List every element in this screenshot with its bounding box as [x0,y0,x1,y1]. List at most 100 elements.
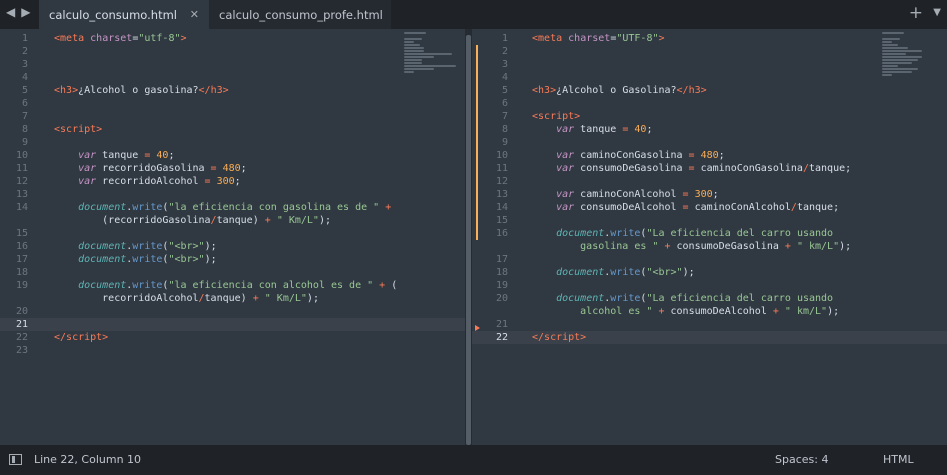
code-line[interactable]: recorridoAlcohol/tanque) + " Km/L"); [0,292,465,305]
code-line[interactable]: 19 [472,279,947,292]
code-line[interactable]: 11 var recorridoGasolina = 480; [0,162,465,175]
code-text[interactable]: document.write("<br>"); [532,266,695,279]
code-line[interactable]: alcohol es " + consumoDeAlcohol + " km/L… [472,305,947,318]
code-line[interactable]: 9 [0,136,465,149]
code-line[interactable]: 12 [472,175,947,188]
code-line[interactable]: 22 </script> [472,331,947,344]
tab-nav-arrows-icon[interactable]: ◀▶ [6,5,36,19]
code-text[interactable]: document.write("<br>"); [54,253,217,266]
code-line[interactable]: 10 var tanque = 40; [0,149,465,162]
code-line[interactable]: 4 [472,71,947,84]
code-line[interactable]: 15 [0,227,465,240]
code-line[interactable]: 12 var recorridoAlcohol = 300; [0,175,465,188]
code-line[interactable]: 15 [472,214,947,227]
code-line[interactable]: 20 document.write("La eficiencia del car… [472,292,947,305]
code-line[interactable]: 1 <meta charset="UTF-8"> [472,32,947,45]
cursor-position[interactable]: Line 22, Column 10 [34,453,141,466]
code-line[interactable]: 18 [0,266,465,279]
new-tab-plus-icon[interactable]: + [909,3,923,23]
code-line[interactable]: 23 [0,344,465,357]
code-text[interactable]: <h3>¿Alcohol o Gasolina?</h3> [532,84,707,97]
line-number: 3 [501,59,508,70]
code-line[interactable]: 18 document.write("<br>"); [472,266,947,279]
code-area[interactable]: 1 <meta charset="utf-8"> 2 3 4 5 <h3>¿Alcohol … [0,32,465,357]
tab-calculo-consumo[interactable]: calculo_consumo.html ✕ [39,0,209,29]
code-line[interactable]: 2 [472,45,947,58]
code-line[interactable]: 9 [472,136,947,149]
code-line[interactable]: 3 [0,58,465,71]
line-number: 16 [495,228,508,239]
code-text[interactable]: recorridoAlcohol/tanque) + " Km/L"); [54,292,319,305]
line-number: 1 [21,33,28,44]
code-line[interactable]: 17 [472,253,947,266]
code-line[interactable]: 5 <h3>¿Alcohol o Gasolina?</h3> [472,84,947,97]
code-line[interactable]: 21 [472,318,947,331]
code-line[interactable]: gasolina es " + consumoDeGasolina + " km… [472,240,947,253]
indentation-setting[interactable]: Spaces: 4 [775,453,828,466]
syntax-selector[interactable]: HTML [883,453,914,466]
code-text[interactable]: var tanque = 40; [54,149,174,162]
code-line[interactable]: 6 [472,97,947,110]
code-text[interactable]: (recorridoGasolina/tanque) + " Km/L"); [54,214,331,227]
minimap[interactable] [404,32,462,92]
code-line[interactable]: 5 <h3>¿Alcohol o gasolina?</h3> [0,84,465,97]
code-text[interactable]: <script> [532,110,580,123]
code-line[interactable]: 19 document.write("la eficiencia con alc… [0,279,465,292]
code-text[interactable]: </script> [54,331,108,344]
code-text[interactable]: var caminoConAlcohol = 300; [532,188,719,201]
code-line[interactable]: 20 [0,305,465,318]
code-text[interactable]: <meta charset="utf-8"> [54,32,187,45]
line-number: 8 [501,124,508,135]
code-text[interactable]: document.write("La eficiencia del carro … [532,227,833,240]
panel-toggle-icon[interactable] [9,454,22,465]
code-line[interactable]: 3 [472,58,947,71]
editor-pane-left[interactable]: 1 <meta charset="utf-8"> 2 3 4 5 <h3>¿Alcohol … [0,29,465,445]
minimap[interactable] [882,32,940,92]
code-line[interactable]: 7 <script> [472,110,947,123]
code-text[interactable]: var consumoDeGasolina = caminoConGasolin… [532,162,851,175]
code-text[interactable]: var consumoDeAlcohol = caminoConAlcohol/… [532,201,839,214]
code-line[interactable]: 10 var caminoConGasolina = 480; [472,149,947,162]
code-line[interactable]: 2 [0,45,465,58]
code-line[interactable]: 1 <meta charset="utf-8"> [0,32,465,45]
code-text[interactable]: var caminoConGasolina = 480; [532,149,725,162]
code-text[interactable]: document.write("<br>"); [54,240,217,253]
tab-label: calculo_consumo_profe.html [219,7,383,22]
code-line[interactable]: 21 [0,318,465,331]
code-line[interactable]: 8 var tanque = 40; [472,123,947,136]
code-line[interactable]: 6 [0,97,465,110]
code-line[interactable]: 4 [0,71,465,84]
code-line[interactable]: 13 var caminoConAlcohol = 300; [472,188,947,201]
code-line[interactable]: 13 [0,188,465,201]
code-text[interactable]: alcohol es " + consumoDeAlcohol + " km/L… [532,305,839,318]
code-text[interactable]: </script> [532,331,586,344]
code-line[interactable]: 16 document.write("<br>"); [0,240,465,253]
code-line[interactable]: 16 document.write("La eficiencia del car… [472,227,947,240]
editor-pane-right[interactable]: 1 <meta charset="UTF-8"> 2 3 4 5 <h3>¿Alcohol … [472,29,947,445]
line-number: 1 [501,33,508,44]
code-text[interactable]: var recorridoGasolina = 480; [54,162,247,175]
code-line[interactable]: (recorridoGasolina/tanque) + " Km/L"); [0,214,465,227]
code-text[interactable]: gasolina es " + consumoDeGasolina + " km… [532,240,851,253]
code-line[interactable]: 22 </script> [0,331,465,344]
chevron-down-icon[interactable]: ▼ [933,7,941,18]
code-text[interactable]: var tanque = 40; [532,123,652,136]
code-text[interactable]: var recorridoAlcohol = 300; [54,175,241,188]
code-text[interactable]: document.write("la eficiencia con alcoho… [54,279,397,292]
code-text[interactable]: <script> [54,123,102,136]
code-text[interactable]: <h3>¿Alcohol o gasolina?</h3> [54,84,229,97]
code-area[interactable]: 1 <meta charset="UTF-8"> 2 3 4 5 <h3>¿Alcohol … [472,32,947,344]
code-line[interactable]: 8 <script> [0,123,465,136]
code-text[interactable]: document.write("La eficiencia del carro … [532,292,833,305]
code-text[interactable]: <meta charset="UTF-8"> [532,32,665,45]
code-text[interactable]: document.write("la eficiencia con gasoli… [54,201,391,214]
code-line[interactable]: 14 var consumoDeAlcohol = caminoConAlcoh… [472,201,947,214]
line-number: 4 [501,72,508,83]
code-line[interactable]: 7 [0,110,465,123]
close-icon[interactable]: ✕ [190,8,199,21]
code-line[interactable]: 17 document.write("<br>"); [0,253,465,266]
code-line[interactable]: 14 document.write("la eficiencia con gas… [0,201,465,214]
vertical-scrollbar[interactable] [466,35,471,445]
tab-calculo-consumo-profe[interactable]: calculo_consumo_profe.html [209,0,391,29]
code-line[interactable]: 11 var consumoDeGasolina = caminoConGaso… [472,162,947,175]
